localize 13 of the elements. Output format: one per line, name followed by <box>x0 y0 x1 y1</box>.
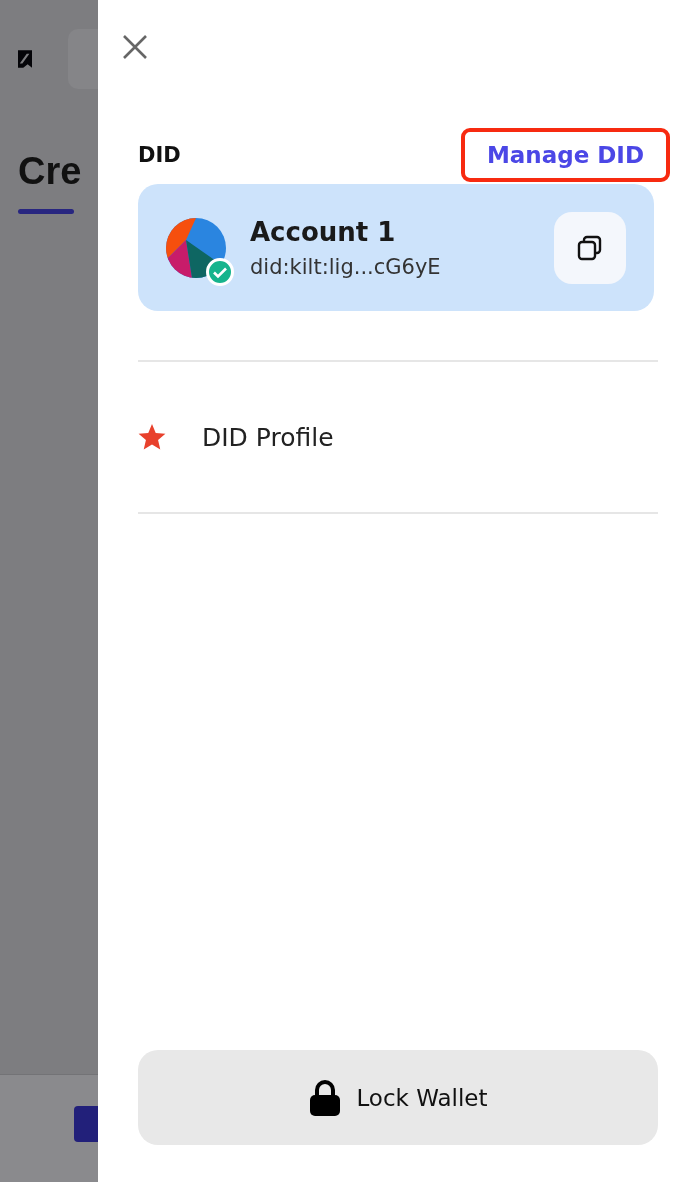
menu-item[interactable]: DID Profile <box>138 362 658 512</box>
section-label: DID <box>138 143 181 167</box>
star-icon <box>138 423 166 451</box>
manage-did-link[interactable]: Manage DID <box>460 128 670 182</box>
did-address: did:kilt:lig...cG6yE <box>250 254 442 279</box>
copy-icon <box>577 234 603 261</box>
account-card[interactable]: Account 1 did:kilt:lig...cG6yE <box>138 184 654 311</box>
lock-icon <box>308 1078 343 1117</box>
account-name: Account 1 <box>250 216 397 247</box>
nav-icon[interactable] <box>74 1105 98 1142</box>
lock-wallet-button[interactable]: Lock Wallet <box>138 1050 658 1145</box>
page-heading: Cre <box>18 150 83 193</box>
copy-button[interactable] <box>554 211 626 284</box>
